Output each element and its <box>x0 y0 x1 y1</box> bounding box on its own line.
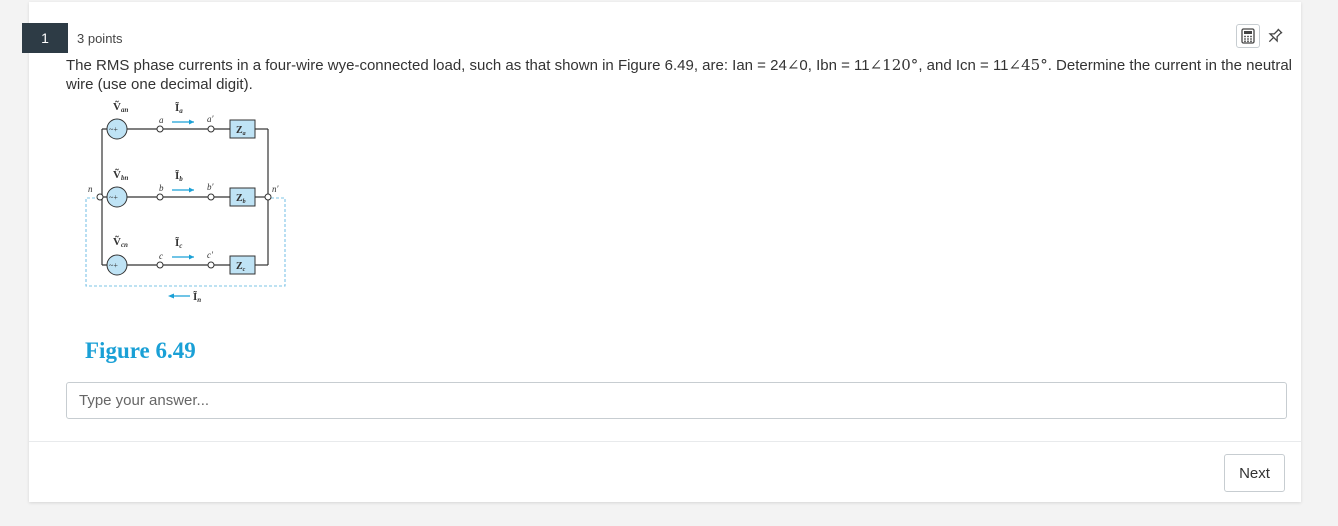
calculator-button[interactable] <box>1236 24 1260 48</box>
svg-text:c: c <box>159 251 163 261</box>
svg-text:n: n <box>88 184 93 194</box>
circuit-figure: ~+ ~+ ~+ Ṽan Ṽbn Ṽcn Ĩa Ĩb Ĩc Ĩn a a′ b … <box>80 98 295 313</box>
pin-button[interactable] <box>1265 26 1285 46</box>
calculator-icon <box>1241 28 1255 44</box>
figure-caption: Figure 6.49 <box>85 338 196 363</box>
answer-input[interactable] <box>66 382 1287 419</box>
svg-text:Ĩa: Ĩa <box>175 102 183 115</box>
next-button[interactable]: Next <box>1224 454 1285 492</box>
svg-text:a: a <box>159 115 164 125</box>
footer-divider <box>29 441 1301 442</box>
svg-text:Ṽcn: Ṽcn <box>113 236 128 249</box>
svg-text:b: b <box>159 183 164 193</box>
svg-text:Ĩn: Ĩn <box>193 291 201 304</box>
svg-text:c′: c′ <box>207 250 214 260</box>
svg-text:a′: a′ <box>207 114 215 124</box>
svg-text:Ĩb: Ĩb <box>175 170 183 183</box>
svg-text:Ṽan: Ṽan <box>113 101 128 114</box>
svg-text:~+: ~+ <box>109 125 118 134</box>
svg-text:~+: ~+ <box>109 193 118 202</box>
svg-text:~+: ~+ <box>109 261 118 270</box>
svg-text:Ĩc: Ĩc <box>175 237 182 250</box>
pin-icon <box>1268 28 1283 43</box>
question-number: 1 <box>22 23 68 53</box>
question-text: The RMS phase currents in a four-wire wy… <box>66 56 1292 93</box>
question-points: 3 points <box>77 31 123 46</box>
svg-text:Ṽbn: Ṽbn <box>113 169 128 182</box>
svg-text:n′: n′ <box>272 184 280 194</box>
svg-text:b′: b′ <box>207 182 215 192</box>
